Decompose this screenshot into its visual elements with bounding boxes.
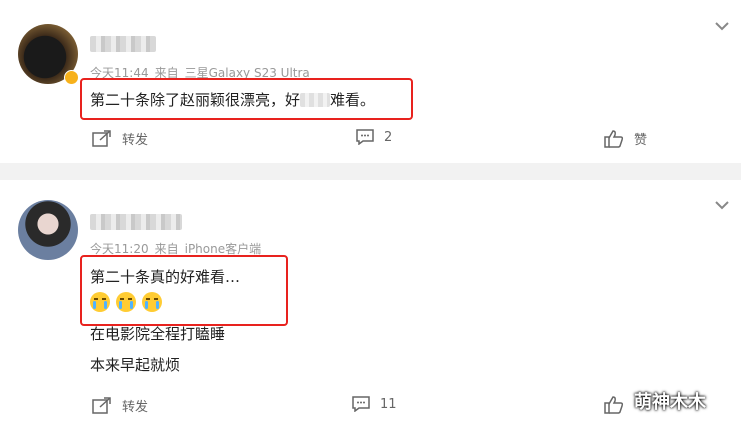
divider [0, 163, 741, 180]
like-button[interactable]: 赞 [604, 129, 647, 148]
source-device: iPhone客户端 [184, 242, 262, 256]
reply-button[interactable]: 2 [356, 129, 392, 145]
thumb-up-icon [604, 129, 624, 148]
comment-card-2: 今天11:20 来自 iPhone客户端 第二十条真的好难看… 在电影院全程打瞌睡 … [0, 180, 741, 427]
crying-emoji [90, 292, 110, 312]
forward-label: 转发 [122, 133, 149, 148]
comment-icon [356, 129, 374, 145]
reply-button[interactable]: 11 [352, 396, 397, 412]
chevron-down-icon[interactable] [713, 196, 731, 214]
comment-line: 第二十条真的好难看… [90, 268, 241, 286]
comment-icon [352, 396, 370, 412]
username-blurred[interactable] [90, 36, 156, 52]
comment-line: 在电影院全程打瞌睡 [90, 325, 226, 343]
like-label: 赞 [634, 133, 648, 148]
forward-button[interactable]: 转发 [92, 129, 148, 148]
comment-card-1: 今天11:44 来自 三星Galaxy S23 Ultra 第二十条除了赵丽颖很漂亮… [0, 0, 741, 163]
forward-label: 转发 [122, 400, 149, 415]
reply-count: 2 [384, 129, 393, 145]
source-prefix: 来自 [154, 242, 179, 256]
comment-actions: 转发 11 [0, 396, 741, 420]
thumb-up-icon [604, 396, 624, 414]
crying-emoji [116, 292, 136, 312]
comment-text-part: 第二十条除了赵丽颖很漂亮，好 [90, 91, 301, 109]
chevron-down-icon[interactable] [713, 17, 731, 35]
reply-count: 11 [380, 396, 397, 412]
avatar[interactable] [18, 200, 78, 260]
username-blurred[interactable] [90, 214, 182, 230]
watermark: 萌神木木 [634, 392, 706, 413]
forward-button[interactable]: 转发 [92, 396, 148, 415]
comment-line: 本来早起就烦 [90, 356, 181, 374]
like-button[interactable] [604, 396, 634, 414]
verified-badge-icon [64, 70, 79, 85]
comment-time: 今天11:20 [90, 242, 149, 256]
share-icon [92, 129, 111, 147]
emoji-row [90, 292, 168, 312]
comment-text-part: 难看。 [330, 91, 376, 109]
share-icon [92, 396, 111, 414]
blurred-word [300, 93, 331, 107]
comment-actions: 转发 2 赞 [0, 129, 741, 153]
crying-emoji [142, 292, 162, 312]
comment-text: 第二十条除了赵丽颖很漂亮，好 难看。 [90, 89, 375, 110]
